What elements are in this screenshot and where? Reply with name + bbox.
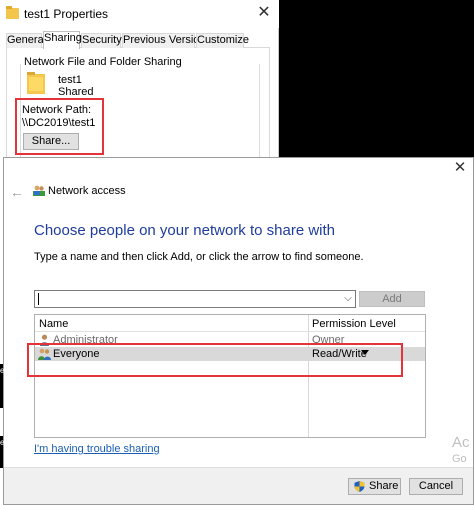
column-header-name[interactable]: Name (39, 318, 68, 330)
watermark-line-1: Ac (452, 434, 470, 451)
tab-security[interactable]: Security (81, 33, 122, 48)
add-button[interactable]: Add (359, 291, 425, 307)
tab-previous-versions[interactable]: Previous Versions (122, 33, 211, 48)
folder-name: test1 (58, 74, 82, 86)
edge-text: e (0, 438, 5, 447)
uac-shield-icon (354, 481, 365, 492)
properties-title: test1 Properties (24, 7, 109, 21)
highlight-box-network-path (15, 98, 104, 155)
column-header-permission[interactable]: Permission Level (312, 318, 396, 330)
sharing-group-label: Network File and Folder Sharing (22, 56, 184, 68)
header-divider (35, 331, 425, 332)
text-caret (38, 293, 39, 305)
people-icon (33, 185, 45, 196)
dialog-instruction: Type a name and then click Add, or click… (34, 251, 364, 263)
tab-customize[interactable]: Customize (196, 33, 249, 48)
activation-watermark: Ac Go (452, 434, 470, 468)
back-arrow-icon[interactable]: ← (10, 184, 24, 200)
shared-folder-icon (27, 72, 45, 94)
properties-tabs: General Sharing Security Previous Versio… (6, 31, 270, 49)
name-combobox[interactable]: ⌵ (34, 290, 356, 308)
folder-icon (6, 6, 19, 19)
edge-text: e (0, 366, 5, 375)
tab-sharing[interactable]: Sharing (43, 31, 82, 49)
tab-general[interactable]: General (6, 33, 46, 48)
highlight-box-everyone (27, 343, 403, 377)
share-button[interactable]: Share (348, 478, 401, 495)
name-input[interactable] (36, 292, 336, 306)
dialog-footer (4, 467, 473, 504)
dialog-heading: Choose people on your network to share w… (34, 222, 336, 239)
cancel-button[interactable]: Cancel (409, 478, 463, 495)
watermark-line-2: Go (452, 453, 467, 465)
folder-share-status: Shared (58, 86, 94, 98)
trouble-sharing-link[interactable]: I'm having trouble sharing (34, 443, 160, 455)
chevron-down-icon[interactable]: ⌵ (341, 291, 355, 307)
dialog-close-icon[interactable]: ✕ (453, 160, 467, 176)
properties-close-icon[interactable]: ✕ (255, 4, 273, 22)
share-button-label: Share (369, 480, 399, 492)
dialog-window-title: Network access (48, 185, 126, 197)
